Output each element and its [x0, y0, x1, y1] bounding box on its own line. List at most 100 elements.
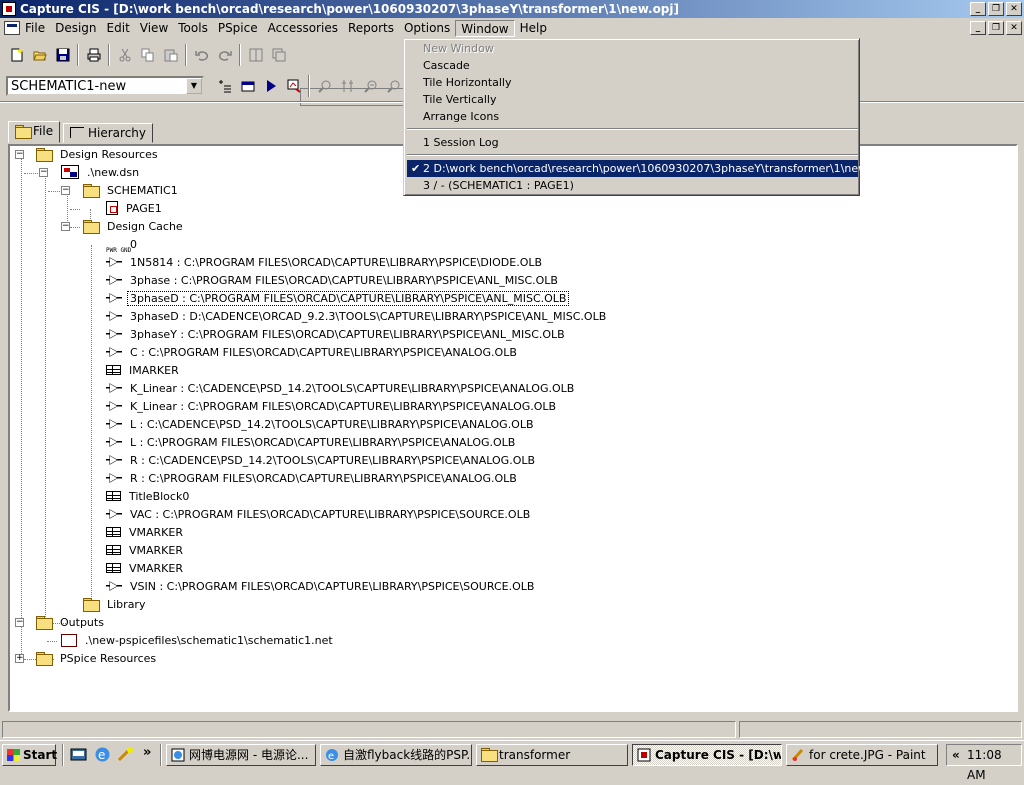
menu-item-tile-horizontally[interactable]: Tile Horizontally [407, 74, 858, 91]
tree-item-cache-part[interactable]: K_Linear : C:\CADENCE\PSD_14.2\TOOLS\CAP… [106, 380, 576, 398]
tree-item-cache-part[interactable]: TitleBlock0 [106, 488, 191, 506]
doc-minimize-button[interactable]: _ [970, 21, 986, 35]
open-folder-icon[interactable] [29, 44, 50, 65]
collapse-icon[interactable]: − [15, 150, 24, 159]
tree-item-cache-part[interactable]: R : C:\CADENCE\PSD_14.2\TOOLS\CAPTURE\LI… [106, 452, 537, 470]
task-button-browser-1[interactable]: 网博电源网 - 电源论... [166, 744, 316, 766]
menu-item-new-window[interactable]: New Window [407, 40, 858, 57]
tree-item-netlist[interactable]: .\new-pspicefiles\schematic1\schematic1.… [61, 632, 335, 650]
print-icon[interactable] [83, 44, 104, 65]
zoom-out-icon[interactable] [360, 75, 381, 96]
start-button[interactable]: Start [2, 744, 57, 766]
tree-item-cache-part[interactable]: 3phaseD : D:\CADENCE\ORCAD_9.2.3\TOOLS\C… [106, 308, 608, 326]
quick-launch-app-icon[interactable] [117, 746, 134, 763]
tree-item-cache-part[interactable]: 3phase : C:\PROGRAM FILES\ORCAD\CAPTURE\… [106, 272, 560, 290]
tree-item-cache-part[interactable]: C : C:\PROGRAM FILES\ORCAD\CAPTURE\LIBRA… [106, 344, 519, 362]
tree-item-library[interactable]: Library [83, 596, 147, 614]
menu-view[interactable]: View [135, 20, 173, 37]
zoom-area-icon[interactable] [383, 75, 404, 96]
copy-icon[interactable] [137, 44, 158, 65]
tree-item-pspice-resources[interactable]: PSpice Resources [36, 650, 158, 668]
undo-icon[interactable] [191, 44, 212, 65]
menu-item-cascade[interactable]: Cascade [407, 57, 858, 74]
tree-item-cache-part[interactable]: L : C:\PROGRAM FILES\ORCAD\CAPTURE\LIBRA… [106, 434, 517, 452]
expand-icon[interactable]: + [15, 654, 24, 663]
task-button-transformer-folder[interactable]: transformer [476, 744, 628, 766]
menu-edit[interactable]: Edit [102, 20, 135, 37]
menu-reports[interactable]: Reports [343, 20, 399, 37]
menu-options[interactable]: Options [399, 20, 455, 37]
clock[interactable]: 11:08 AM [967, 745, 1021, 785]
tree-item-cache-part[interactable]: VAC : C:\PROGRAM FILES\ORCAD\CAPTURE\LIB… [106, 506, 532, 524]
collapse-icon[interactable]: − [61, 222, 70, 231]
collapse-icon[interactable]: − [15, 618, 24, 627]
save-icon[interactable] [52, 44, 73, 65]
simulation-settings-icon[interactable] [237, 75, 258, 96]
schematic-select[interactable]: SCHEMATIC1-new ▼ [6, 76, 204, 96]
menu-window[interactable]: Window [455, 20, 515, 37]
menu-item-project-window[interactable]: ✔ 2 D:\work bench\orcad\research\power\1… [407, 160, 886, 177]
collapse-icon[interactable]: − [39, 168, 48, 177]
tree-item-cache-part[interactable]: K_Linear : C:\PROGRAM FILES\ORCAD\CAPTUR… [106, 398, 558, 416]
menu-design[interactable]: Design [50, 20, 101, 37]
menu-help[interactable]: Help [515, 20, 552, 37]
tree-item-outputs[interactable]: Outputs [36, 614, 106, 632]
app-icon[interactable] [2, 2, 16, 16]
tree-item-cache-part[interactable]: VMARKER [106, 542, 185, 560]
tree-item-design-resources[interactable]: Design Resources [36, 146, 160, 164]
internet-explorer-icon[interactable]: e [94, 746, 111, 763]
tab-file[interactable]: File [8, 121, 61, 143]
tree-item-schematic[interactable]: SCHEMATIC1 [83, 182, 180, 200]
chevron-down-icon[interactable]: ▼ [186, 78, 202, 94]
zoom-in-icon[interactable] [314, 75, 335, 96]
menu-tools[interactable]: Tools [173, 20, 213, 37]
voltage-marker-icon[interactable] [337, 75, 358, 96]
tree-item-cache-part[interactable]: L : C:\CADENCE\PSD_14.2\TOOLS\CAPTURE\LI… [106, 416, 536, 434]
restore-button[interactable]: ❐ [988, 2, 1004, 16]
menu-accessories[interactable]: Accessories [263, 20, 343, 37]
tree-item-cache-part[interactable]: VMARKER [106, 524, 185, 542]
redo-icon[interactable] [214, 44, 235, 65]
show-desktop-icon[interactable] [70, 746, 87, 763]
menu-item-session-log[interactable]: 1 Session Log [407, 134, 858, 151]
tree-item-cache-part[interactable]: IMARKER [106, 362, 181, 380]
view-simulation-icon[interactable] [283, 75, 304, 96]
new-file-icon[interactable] [6, 44, 27, 65]
task-button-browser-2[interactable]: e 自激flyback线路的PSP... [320, 744, 472, 766]
tree-item-design-cache[interactable]: Design Cache [83, 218, 185, 236]
tree-item-cache-part[interactable]: 3phaseY : C:\PROGRAM FILES\ORCAD\CAPTURE… [106, 326, 567, 344]
tile-window-icon[interactable] [245, 44, 266, 65]
quick-launch-chevron[interactable]: » [143, 745, 151, 760]
folder-icon [36, 148, 53, 162]
tree-item-page[interactable]: PAGE1 [106, 200, 164, 218]
collapse-icon[interactable]: − [61, 186, 70, 195]
title-bar[interactable]: Capture CIS - [D:\work bench\orcad\resea… [0, 0, 1024, 18]
netlist-icon[interactable] [214, 75, 235, 96]
cascade-window-icon[interactable] [268, 44, 289, 65]
project-tree[interactable]: − Design Resources − .\new.dsn − SCHEMATIC1 PA… [8, 144, 1018, 712]
menu-item-tile-vertically[interactable]: Tile Vertically [407, 91, 858, 108]
minimize-button[interactable]: _ [970, 2, 986, 16]
run-icon[interactable] [260, 75, 281, 96]
tree-item-cache-part[interactable]: R : C:\PROGRAM FILES\ORCAD\CAPTURE\LIBRA… [106, 470, 519, 488]
paste-icon[interactable] [160, 44, 181, 65]
menu-file[interactable]: File [20, 20, 50, 37]
tree-item-dsn[interactable]: .\new.dsn [61, 164, 141, 182]
tree-item-pwr-gnd[interactable]: PWR GND0 [106, 236, 139, 254]
doc-restore-button[interactable]: ❐ [988, 21, 1004, 35]
tray-expand-chevron[interactable]: « [952, 745, 960, 765]
menu-item-schematic-page[interactable]: 3 / - (SCHEMATIC1 : PAGE1) [407, 177, 858, 194]
menu-item-arrange-icons[interactable]: Arrange Icons [407, 108, 858, 125]
task-button-capture-cis[interactable]: Capture CIS - [D:\w... [632, 744, 782, 766]
tree-item-cache-part[interactable]: VSIN : C:\PROGRAM FILES\ORCAD\CAPTURE\LI… [106, 578, 536, 596]
close-button[interactable]: ✕ [1006, 2, 1022, 16]
tree-item-cache-part[interactable]: 3phaseD : C:\PROGRAM FILES\ORCAD\CAPTURE… [106, 290, 570, 308]
menu-pspice[interactable]: PSpice [213, 20, 263, 37]
tab-hierarchy[interactable]: Hierarchy [63, 123, 154, 143]
task-button-paint[interactable]: for crete.JPG - Paint [786, 744, 938, 766]
doc-close-button[interactable]: ✕ [1006, 21, 1022, 35]
document-window-icon[interactable] [4, 21, 20, 35]
tree-item-cache-part[interactable]: VMARKER [106, 560, 185, 578]
tree-item-cache-part[interactable]: 1N5814 : C:\PROGRAM FILES\ORCAD\CAPTURE\… [106, 254, 544, 272]
cut-icon[interactable] [114, 44, 135, 65]
